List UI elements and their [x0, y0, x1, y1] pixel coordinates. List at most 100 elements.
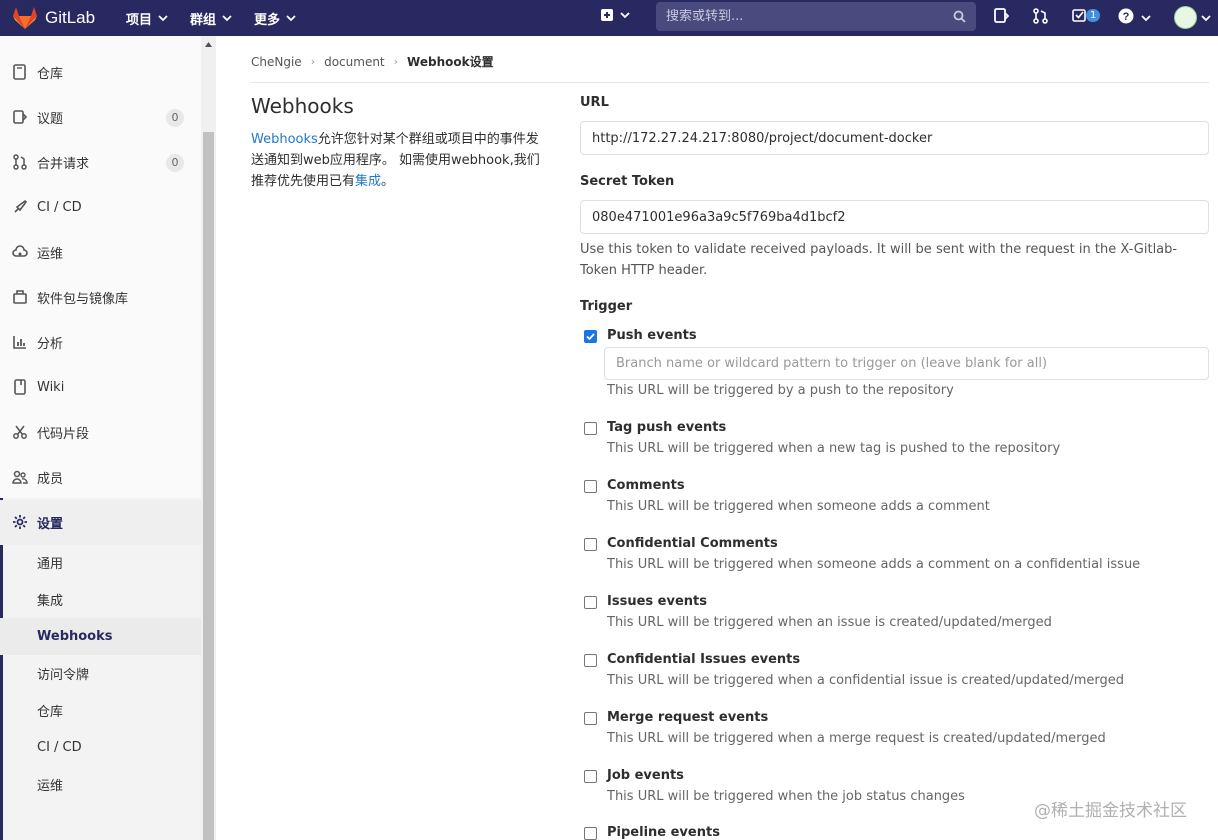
trigger-label-push[interactable]: Push events: [607, 328, 697, 343]
trigger-label-tag-push[interactable]: Tag push events: [607, 420, 726, 435]
merge-request-icon: [13, 154, 27, 170]
sidebar-subitem-access-tokens[interactable]: 访问令牌: [0, 655, 201, 692]
secret-token-input[interactable]: [580, 200, 1209, 234]
sidebar-item-label: 仓库: [37, 67, 64, 82]
trigger-label-merge-request[interactable]: Merge request events: [607, 710, 768, 725]
sidebar-item-packages[interactable]: 软件包与镜像库: [0, 275, 201, 320]
cloud-gear-icon: [12, 245, 28, 257]
help-icon[interactable]: ?: [1118, 8, 1134, 24]
page-title: Webhooks: [251, 94, 354, 118]
chevron-right-icon: ›: [393, 55, 399, 68]
sidebar-item-label: 运维: [37, 247, 64, 262]
sidebar-item-snippets[interactable]: 代码片段: [0, 410, 201, 455]
sidebar-item-analytics[interactable]: 分析: [0, 320, 201, 365]
nav-more[interactable]: 更多: [254, 9, 296, 28]
sidebar-item-ci-cd[interactable]: CI / CD: [0, 185, 201, 230]
trigger-label-issues[interactable]: Issues events: [607, 594, 707, 609]
sidebar-item-repository[interactable]: 仓库: [0, 50, 201, 95]
trigger-label-comments[interactable]: Comments: [607, 478, 685, 493]
gitlab-logo-icon: [13, 7, 37, 29]
sidebar-subitem-general[interactable]: 通用: [0, 544, 201, 581]
push-events-checkbox[interactable]: [584, 330, 597, 343]
sidebar-item-label: 合并请求: [37, 157, 90, 172]
rocket-icon: [14, 199, 28, 213]
sidebar-item-settings[interactable]: 设置: [0, 500, 201, 545]
breadcrumb: CheNgie › document › Webhook设置: [251, 53, 494, 70]
sidebar-subitem-repository[interactable]: 仓库: [0, 692, 201, 729]
divider: [251, 82, 1209, 83]
chevron-down-icon: [620, 12, 630, 19]
sidebar-scrollbar-thumb[interactable]: [203, 132, 214, 840]
nav-more-label: 更多: [254, 12, 281, 28]
trigger-label-job[interactable]: Job events: [607, 768, 684, 783]
check-icon: [586, 333, 595, 341]
breadcrumb-current[interactable]: Webhook设置: [407, 53, 494, 70]
trigger-help-merge-request: This URL will be triggered when a merge …: [607, 731, 1106, 746]
issues-icon: [13, 110, 28, 124]
brand-name: GitLab: [45, 8, 96, 27]
avatar[interactable]: [1174, 6, 1197, 29]
nav-menu: 项目 群组 更多: [126, 9, 318, 28]
subitem-label: 通用: [37, 557, 64, 572]
scissors-icon: [13, 425, 27, 439]
search-input[interactable]: [656, 9, 936, 24]
merge-request-icon[interactable]: [1033, 8, 1048, 24]
trigger-label-confidential-comments[interactable]: Confidential Comments: [607, 536, 778, 551]
subitem-label: 仓库: [37, 705, 64, 720]
confidential-issues-events-checkbox[interactable]: [584, 654, 597, 667]
count-badge: 0: [166, 108, 184, 127]
sidebar-item-merge-requests[interactable]: 合并请求 0: [0, 140, 201, 185]
sidebar-item-label: Wiki: [37, 380, 65, 395]
sidebar-subitem-webhooks[interactable]: Webhooks: [0, 618, 201, 655]
secret-token-label: Secret Token: [580, 174, 675, 189]
issues-icon[interactable]: [994, 8, 1009, 24]
sidebar-item-wiki[interactable]: Wiki: [0, 365, 201, 410]
sidebar-item-label: 代码片段: [37, 427, 90, 442]
sidebar-item-members[interactable]: 成员: [0, 455, 201, 500]
sidebar-item-label: 议题: [37, 112, 64, 127]
scroll-up-arrow-icon[interactable]: [205, 42, 212, 47]
subitem-label: CI / CD: [37, 740, 82, 755]
users-icon: [12, 470, 28, 484]
sidebar-item-label: 设置: [37, 517, 64, 532]
count-badge: 0: [166, 153, 184, 172]
breadcrumb-item[interactable]: CheNgie: [251, 55, 302, 69]
repository-icon: [13, 64, 26, 80]
comments-checkbox[interactable]: [584, 480, 597, 493]
plus-square-icon: [601, 9, 613, 21]
trigger-help-issues: This URL will be triggered when an issue…: [607, 615, 1052, 630]
chevron-down-icon: [1141, 15, 1151, 22]
nav-projects[interactable]: 项目: [126, 9, 168, 28]
issues-events-checkbox[interactable]: [584, 596, 597, 609]
brand[interactable]: GitLab: [12, 6, 112, 30]
todo-icon[interactable]: [1072, 8, 1087, 23]
sidebar-subitem-ci-cd[interactable]: CI / CD: [0, 729, 201, 766]
breadcrumb-item[interactable]: document: [324, 55, 385, 69]
nav-groups[interactable]: 群组: [190, 9, 232, 28]
chevron-down-icon: [1201, 15, 1211, 22]
sidebar-subitem-operations[interactable]: 运维: [0, 766, 201, 803]
branch-filter-input[interactable]: [604, 347, 1209, 380]
sidebar-item-issues[interactable]: 议题 0: [0, 95, 201, 140]
trigger-label-confidential-issues[interactable]: Confidential Issues events: [607, 652, 800, 667]
pipeline-events-checkbox[interactable]: [584, 827, 597, 840]
merge-request-events-checkbox[interactable]: [584, 712, 597, 725]
sidebar-subitem-integrations[interactable]: 集成: [0, 581, 201, 618]
integrations-link[interactable]: 集成: [355, 174, 381, 189]
nav-projects-label: 项目: [126, 12, 153, 28]
trigger-label-pipeline[interactable]: Pipeline events: [607, 825, 720, 840]
tag-push-events-checkbox[interactable]: [584, 422, 597, 435]
webhooks-link[interactable]: Webhooks: [251, 132, 318, 147]
search-box: [656, 2, 976, 31]
sidebar-item-operations[interactable]: 运维: [0, 230, 201, 275]
description-end: 。: [381, 174, 395, 189]
confidential-comments-checkbox[interactable]: [584, 538, 597, 551]
trigger-label: Trigger: [580, 299, 633, 314]
new-item-button[interactable]: [600, 8, 630, 22]
book-icon: [14, 379, 26, 395]
chevron-down-icon: [158, 15, 168, 22]
job-events-checkbox[interactable]: [584, 770, 597, 783]
search-icon[interactable]: [953, 10, 966, 23]
url-input[interactable]: [580, 121, 1209, 155]
gear-icon: [13, 515, 27, 529]
